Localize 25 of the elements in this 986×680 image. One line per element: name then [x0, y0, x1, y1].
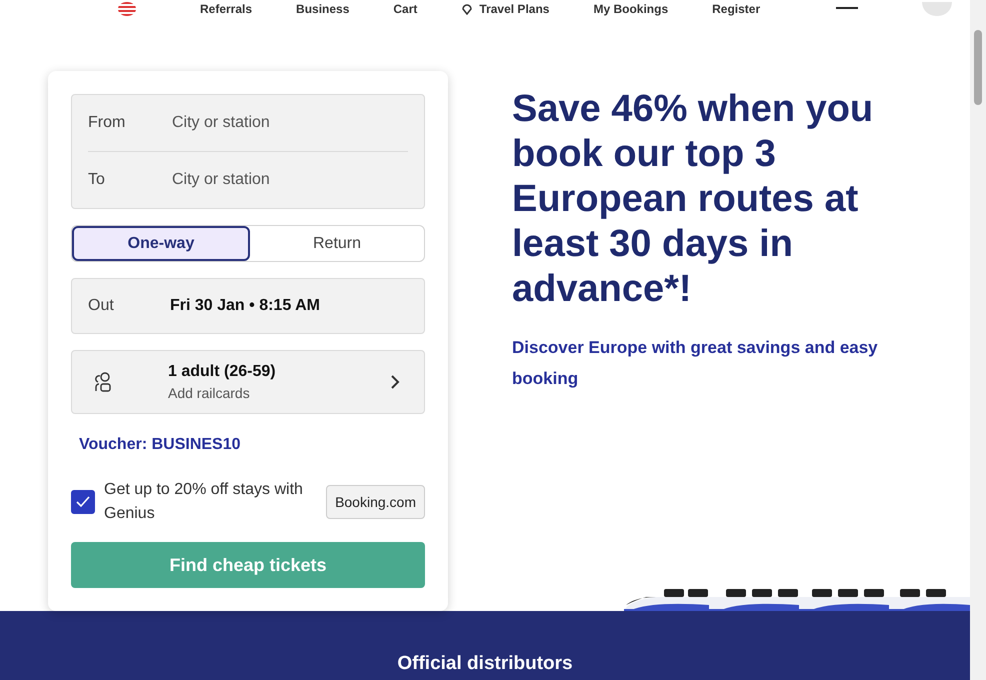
trip-type-tab[interactable]: One-way — [72, 226, 250, 262]
station-input[interactable]: City or station — [170, 113, 408, 134]
chevron-right-icon — [390, 374, 400, 390]
pin-icon — [461, 3, 474, 15]
field-label: From — [88, 114, 126, 132]
scrollbar[interactable] — [970, 0, 986, 680]
nav-link[interactable]: Register — [712, 2, 760, 16]
genius-checkbox[interactable] — [71, 490, 95, 514]
nav-link[interactable]: My Bookings — [593, 2, 668, 16]
genius-label: Get up to 20% off stays with Genius — [104, 480, 304, 524]
distributors-title: Official distributors — [397, 653, 573, 676]
nav-link[interactable]: Business — [296, 2, 350, 16]
nav-link[interactable]: Travel Plans — [461, 2, 550, 16]
station-input[interactable]: City or station — [170, 170, 408, 190]
people-icon — [94, 371, 112, 394]
field-label: To — [88, 171, 106, 190]
promo-subheadline: Discover Europe with great savings and easy booking — [512, 337, 879, 390]
nav-link[interactable]: Referrals — [200, 2, 252, 16]
voucher-text: Voucher: BUSINES10 — [78, 435, 242, 455]
checkmark-icon — [76, 496, 90, 508]
partner-badge: Booking.com — [326, 485, 425, 519]
nav-link[interactable]: Cart — [393, 2, 418, 16]
passengers-field[interactable]: 1 adult (26-59) Add railcards — [71, 350, 425, 414]
promo-headline: Save 46% when you book our top 3 European routes at least 30 days in advance*! — [512, 87, 874, 312]
date-field[interactable]: Out Fri 30 Jan • 8:15 AM — [71, 278, 425, 334]
